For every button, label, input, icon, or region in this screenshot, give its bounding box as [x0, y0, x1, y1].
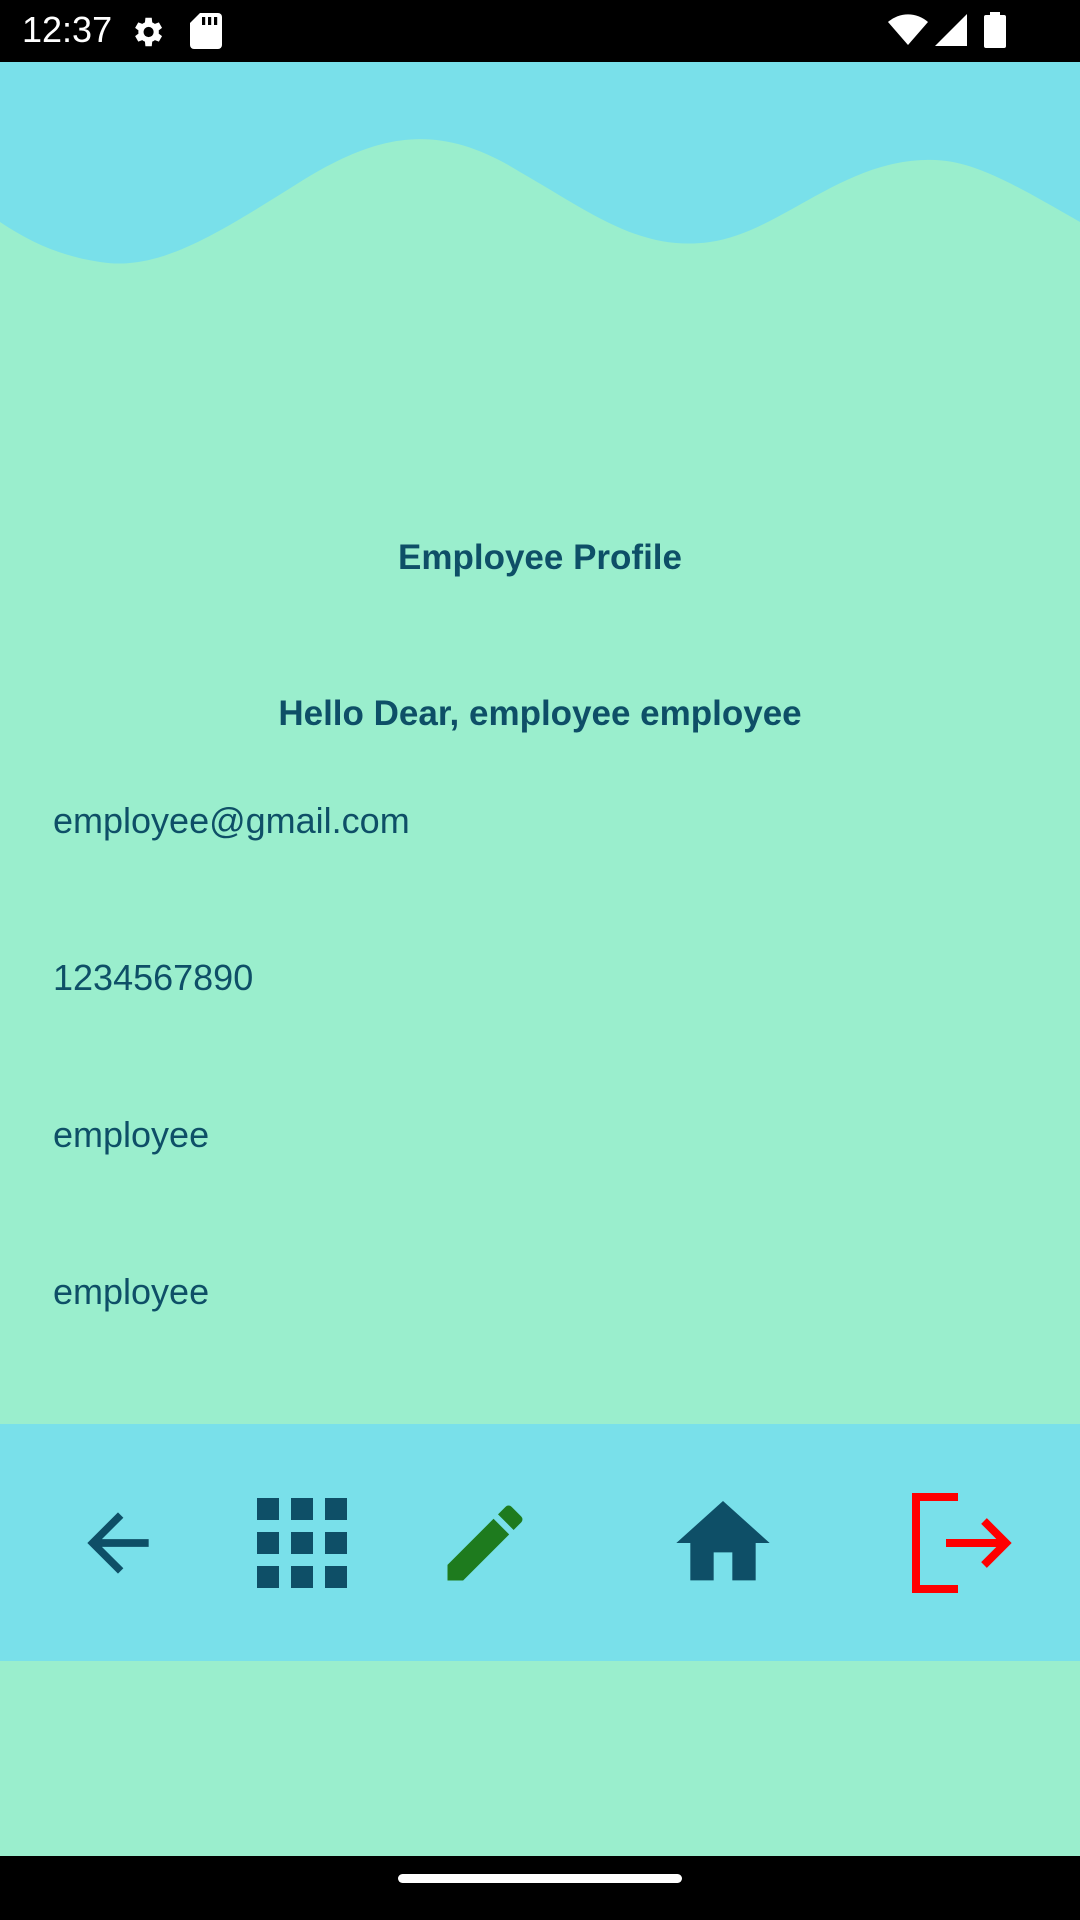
- home-indicator[interactable]: [398, 1874, 682, 1883]
- home-button[interactable]: [648, 1424, 798, 1661]
- logout-icon: [912, 1492, 1012, 1593]
- system-navigation-bar: [0, 1856, 1080, 1920]
- sd-card-icon: [190, 13, 222, 49]
- phone-field: 1234567890: [53, 957, 254, 998]
- battery-icon: [984, 12, 1006, 48]
- grid-menu-button[interactable]: [227, 1424, 377, 1661]
- home-icon: [676, 1500, 770, 1580]
- gear-icon: [135, 17, 163, 47]
- back-arrow-icon: [87, 1511, 149, 1574]
- bottom-navigation: [0, 1424, 1080, 1661]
- signal-icon: [935, 14, 967, 46]
- logout-button[interactable]: [886, 1424, 1036, 1661]
- first-name-field: employee: [53, 1114, 210, 1155]
- status-time: 12:37: [22, 9, 113, 50]
- grid-icon: [257, 1497, 347, 1588]
- wave-header: [0, 62, 1080, 264]
- edit-profile-button[interactable]: [410, 1424, 560, 1661]
- last-name-field: employee: [53, 1271, 210, 1312]
- greeting-text: Hello Dear, employee employee: [278, 694, 802, 733]
- email-field: employee@gmail.com: [53, 800, 410, 841]
- pencil-icon: [447, 1504, 523, 1580]
- page-title: Employee Profile: [398, 538, 682, 577]
- status-bar: 12:37: [0, 0, 1080, 62]
- wifi-icon: [888, 14, 928, 45]
- back-button[interactable]: [43, 1424, 193, 1661]
